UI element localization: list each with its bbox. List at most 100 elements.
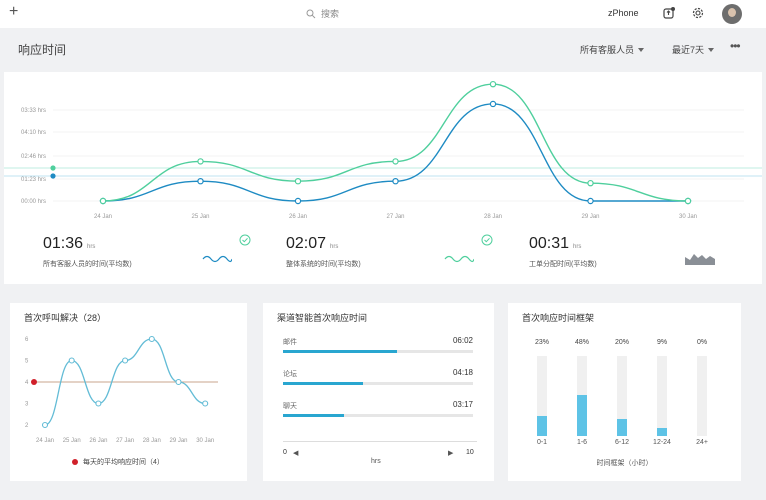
channel-value: 06:02 bbox=[452, 336, 473, 345]
y-tick-label: 4 bbox=[25, 380, 29, 386]
stat-card-assignment-time: 00:31 hrs 工单分配时间(平均数) bbox=[502, 226, 752, 274]
bar-percent-label: 23% bbox=[534, 339, 549, 346]
search-icon bbox=[306, 9, 316, 18]
data-point[interactable] bbox=[489, 80, 497, 88]
x-tick-label: 26 Jan bbox=[289, 214, 307, 220]
agent-response-series-line bbox=[102, 103, 688, 202]
x-tick-label: 30 Jan bbox=[196, 438, 214, 444]
x-tick-label: 27 Jan bbox=[116, 438, 134, 444]
average-marker bbox=[31, 379, 37, 385]
legend-label: 每天的平均响应时间（4） bbox=[83, 459, 164, 466]
data-point[interactable] bbox=[122, 357, 129, 364]
bar-category-label: 12-24 bbox=[653, 439, 671, 446]
data-point[interactable] bbox=[197, 177, 204, 185]
bar[interactable] bbox=[537, 416, 547, 436]
data-point[interactable] bbox=[197, 158, 204, 165]
data-point[interactable] bbox=[587, 179, 594, 187]
period-filter-dropdown[interactable]: 最近7天 bbox=[672, 43, 715, 56]
progress-track bbox=[283, 350, 473, 353]
bar-track bbox=[537, 356, 547, 436]
panel-title: 首次响应时间框架 bbox=[522, 313, 595, 323]
stat-card-agent-time: 01:36 hrs 所有客服人员的时间(平均数) bbox=[16, 226, 256, 274]
channel-value: 03:17 bbox=[452, 400, 473, 409]
stat-label: 所有客服人员的时间(平均数) bbox=[43, 261, 132, 268]
bar-track bbox=[657, 356, 667, 436]
data-point[interactable] bbox=[95, 400, 102, 407]
period-filter-label: 最近7天 bbox=[672, 45, 705, 55]
x-axis bbox=[283, 441, 477, 442]
bar-percent-label: 9% bbox=[656, 339, 668, 346]
x-tick-label: 27 Jan bbox=[386, 214, 404, 220]
progress-track bbox=[283, 414, 473, 417]
chevron-down-icon bbox=[708, 47, 715, 52]
data-point[interactable] bbox=[587, 197, 594, 205]
scroll-left-icon[interactable]: ◀ bbox=[293, 449, 298, 457]
stat-label: 整体系统的时间(平均数) bbox=[286, 261, 361, 268]
channel-response-panel: 渠道智能首次响应时间 邮件 06:02 论坛 04:18 聊天 03:17 0 ◀ hrs… bbox=[263, 303, 494, 481]
agent-filter-label: 所有客服人员 bbox=[580, 45, 635, 55]
bar-track bbox=[617, 356, 627, 436]
stat-card-system-time: 02:07 hrs 整体系统的时间(平均数) bbox=[259, 226, 499, 274]
bar-percent-label: 48% bbox=[574, 339, 589, 346]
y-tick-label: 01:23 hrs bbox=[21, 177, 46, 183]
x-tick-label: 28 Jan bbox=[484, 214, 502, 220]
channel-name: 聊天 bbox=[283, 403, 297, 410]
data-point[interactable] bbox=[392, 177, 399, 185]
panel-title: 渠道智能首次响应时间 bbox=[277, 313, 368, 323]
x-tick-label: 26 Jan bbox=[89, 438, 107, 444]
data-point[interactable] bbox=[202, 400, 209, 407]
check-circle-icon bbox=[481, 234, 493, 246]
settings-gear-icon[interactable] bbox=[691, 6, 705, 20]
y-tick-label: 03:33 hrs bbox=[21, 108, 46, 114]
bar-track bbox=[697, 356, 707, 436]
y-tick-label: 2 bbox=[25, 423, 29, 429]
stat-value: 01:36 hrs bbox=[43, 235, 96, 252]
y-tick-label: 5 bbox=[25, 359, 29, 365]
bar[interactable] bbox=[657, 428, 667, 436]
data-point[interactable] bbox=[489, 100, 497, 108]
data-point[interactable] bbox=[294, 177, 302, 185]
data-point[interactable] bbox=[99, 197, 107, 205]
bar[interactable] bbox=[577, 395, 587, 436]
scroll-right-icon[interactable]: ▶ bbox=[448, 449, 453, 457]
notification-icon[interactable] bbox=[662, 6, 676, 20]
data-point[interactable] bbox=[294, 197, 302, 205]
stat-label: 工单分配时间(平均数) bbox=[529, 261, 597, 268]
chart-legend: 每天的平均响应时间（4） bbox=[72, 457, 164, 467]
channel-value: 04:18 bbox=[452, 368, 473, 377]
x-tick-label: 24 Jan bbox=[94, 214, 112, 220]
add-button[interactable]: + bbox=[9, 4, 18, 20]
stat-value: 02:07 hrs bbox=[286, 235, 339, 252]
user-avatar[interactable] bbox=[722, 4, 742, 24]
axis-min-label: 0 bbox=[283, 449, 287, 456]
axis-max-label: 10 bbox=[466, 449, 474, 456]
y-tick-label: 04:10 hrs bbox=[21, 130, 46, 136]
page-title: 响应时间 bbox=[18, 43, 67, 57]
area-sparkline-icon bbox=[685, 254, 715, 265]
response-timeframe-panel: 首次响应时间框架 23% 0-1 48% 1-6 20% 6-12 9% 12-24 0% 24+… bbox=[508, 303, 741, 481]
x-tick-label: 29 Jan bbox=[169, 438, 187, 444]
bar[interactable] bbox=[617, 419, 627, 436]
data-point[interactable] bbox=[684, 197, 692, 205]
y-tick-label: 3 bbox=[25, 402, 29, 408]
search-placeholder: 搜索 bbox=[321, 9, 340, 19]
progress-fill bbox=[283, 414, 344, 417]
agent-filter-dropdown[interactable]: 所有客服人员 bbox=[580, 43, 645, 56]
sparkline-icon bbox=[444, 255, 474, 263]
bar-category-label: 1-6 bbox=[576, 439, 588, 446]
page-header: 响应时间 所有客服人员 最近7天 ••• bbox=[0, 28, 766, 70]
x-tick-label: 24 Jan bbox=[36, 438, 54, 444]
bar-percent-label: 20% bbox=[614, 339, 629, 346]
data-point[interactable] bbox=[392, 158, 399, 165]
agent-average-marker bbox=[50, 173, 56, 179]
data-point[interactable] bbox=[41, 421, 49, 429]
data-point[interactable] bbox=[148, 335, 155, 343]
y-tick-label: 6 bbox=[25, 337, 29, 343]
search-box[interactable]: 搜索 bbox=[306, 7, 339, 20]
org-switcher[interactable]: zPhone bbox=[608, 8, 639, 18]
data-point[interactable] bbox=[175, 378, 182, 386]
more-options-button[interactable]: ••• bbox=[730, 39, 741, 53]
data-point[interactable] bbox=[68, 357, 75, 364]
x-tick-label: 29 Jan bbox=[581, 214, 599, 220]
x-axis-label: 时间框架（小时） bbox=[596, 460, 653, 467]
